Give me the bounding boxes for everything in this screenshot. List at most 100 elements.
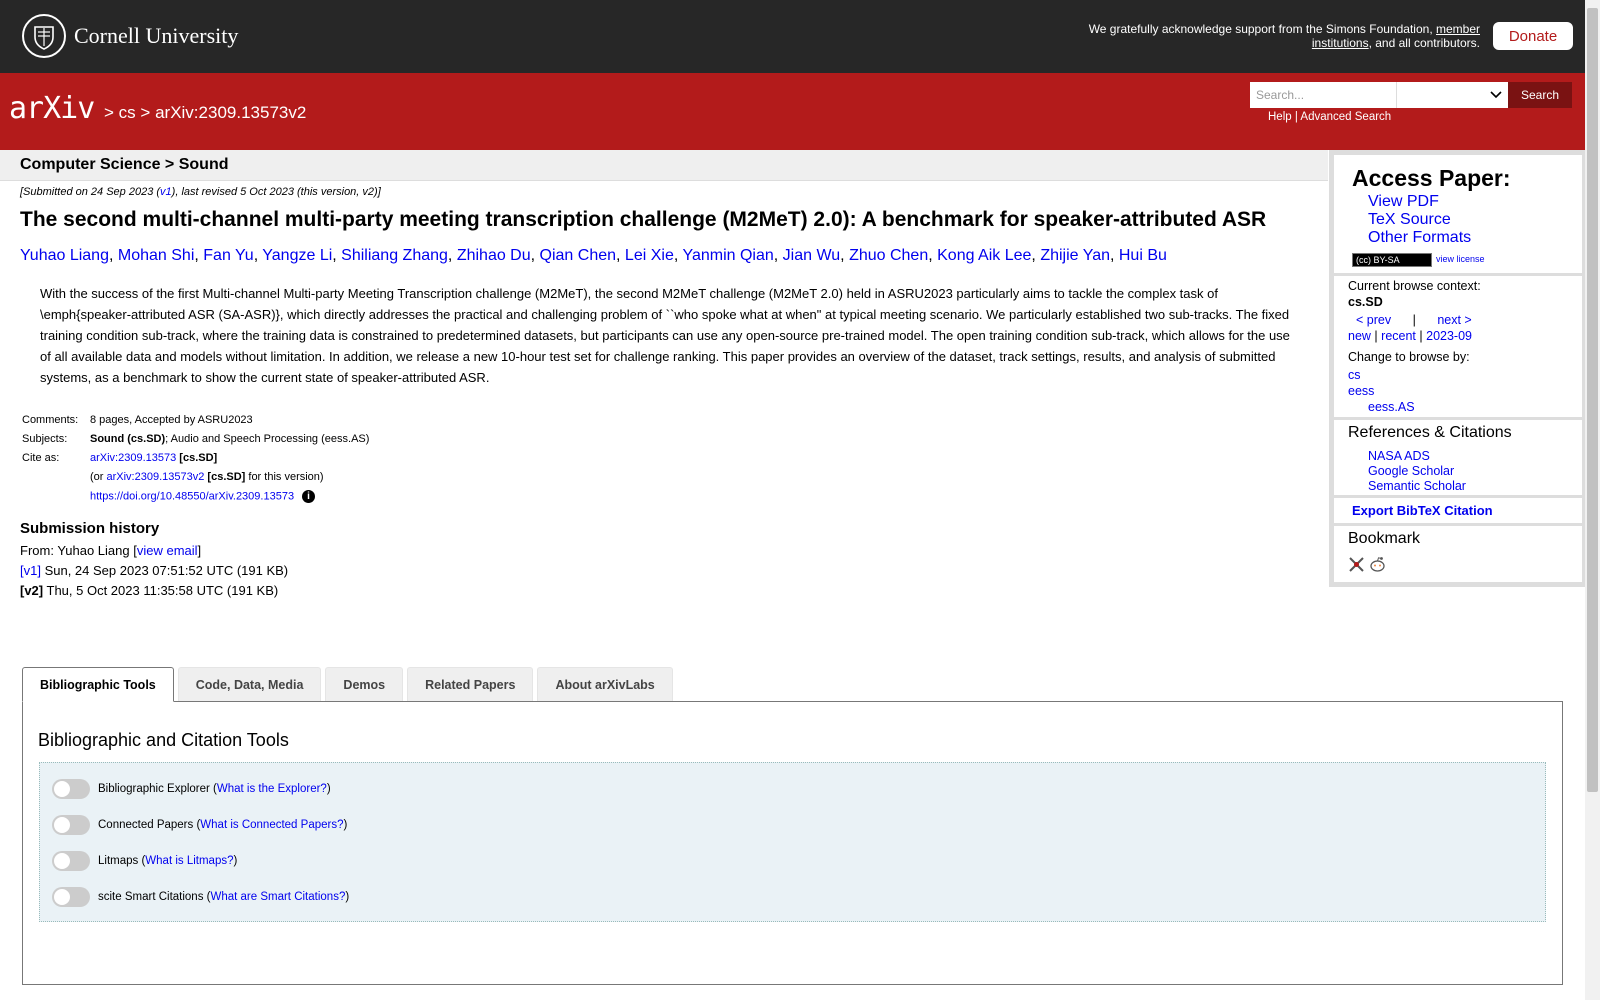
page-scrollbar[interactable] — [1585, 0, 1600, 1000]
prev-next: < prev | next > — [1348, 312, 1481, 328]
crumb-cs[interactable]: cs — [119, 103, 136, 122]
tool-label: Bibliographic Explorer ( — [98, 783, 217, 795]
semantic-scholar-link[interactable]: Semantic Scholar — [1368, 479, 1466, 494]
author-separator: , — [447, 247, 457, 264]
ack-prefix: We gratefully acknowledge support from t… — [1088, 22, 1436, 36]
litmaps-toggle[interactable] — [52, 851, 90, 871]
context-label: Current browse context: — [1348, 279, 1481, 293]
browse-cs-link[interactable]: cs — [1348, 367, 1481, 383]
context-value: cs.SD — [1348, 295, 1383, 309]
author-link[interactable]: Shiliang Zhang — [341, 247, 448, 264]
cornell-logo[interactable]: Cornell University — [22, 14, 238, 58]
search-input[interactable]: Search... — [1250, 82, 1396, 108]
author-link[interactable]: Yanmin Qian — [682, 247, 773, 264]
author-link[interactable]: Mohan Shi — [118, 247, 195, 264]
v1-link[interactable]: v1 — [160, 186, 172, 198]
author-link[interactable]: Lei Xie — [625, 247, 674, 264]
tex-source-link[interactable]: TeX Source — [1368, 211, 1471, 229]
cite-version-suffix: for this version) — [245, 471, 324, 483]
author-link[interactable]: Qian Chen — [540, 247, 617, 264]
author-link[interactable]: Zhijie Yan — [1040, 247, 1110, 264]
crumb-separator: > — [104, 103, 114, 122]
bibsonomy-icon[interactable] — [1348, 556, 1365, 573]
tool-info-link[interactable]: What is the Explorer? — [217, 783, 327, 795]
cc-license-badge[interactable]: (cc) BY-SA — [1352, 253, 1432, 267]
tab-about-arxivlabs[interactable]: About arXivLabs — [537, 667, 673, 701]
browse-context-box: Current browse context: cs.SD < prev | n… — [1334, 276, 1582, 417]
tab-bibliographic-tools[interactable]: Bibliographic Tools — [22, 667, 174, 702]
author-link[interactable]: Zhihao Du — [457, 247, 531, 264]
author-link[interactable]: Yuhao Liang — [20, 247, 109, 264]
tool-info-link[interactable]: What is Connected Papers? — [200, 819, 343, 831]
tab-demos[interactable]: Demos — [325, 667, 404, 701]
author-separator: , — [773, 247, 783, 264]
cite-or: (or — [90, 471, 107, 483]
access-paper-box: Access Paper: View PDF TeX Source Other … — [1334, 155, 1582, 273]
recent-link[interactable]: recent — [1381, 329, 1416, 343]
connected-papers-toggle[interactable] — [52, 815, 90, 835]
cite-version-link[interactable]: arXiv:2309.13573v2 — [107, 471, 205, 483]
scite-toggle[interactable] — [52, 887, 90, 907]
link-separator: | — [1374, 329, 1378, 343]
metadata-table: Comments: 8 pages, Accepted by ASRU2023 … — [20, 411, 371, 506]
cornell-bar: Cornell University We gratefully acknowl… — [0, 0, 1585, 73]
author-link[interactable]: Yangze Li — [262, 247, 332, 264]
author-link[interactable]: Hui Bu — [1119, 247, 1167, 264]
search-field-select[interactable]: All fields — [1396, 82, 1508, 108]
explorer-toggle[interactable] — [52, 779, 90, 799]
submitted-prefix: [Submitted on 24 Sep 2023 ( — [20, 186, 161, 198]
from-line: From: Yuhao Liang [view email] — [20, 541, 1310, 561]
reddit-icon[interactable] — [1369, 556, 1386, 573]
info-icon[interactable]: i — [302, 490, 316, 503]
google-scholar-link[interactable]: Google Scholar — [1368, 464, 1466, 479]
crumb-paper-id[interactable]: arXiv:2309.13573v2 — [155, 103, 306, 122]
doi-link[interactable]: https://doi.org/10.48550/arXiv.2309.1357… — [90, 490, 294, 502]
help-link[interactable]: Help — [1268, 111, 1292, 123]
nasa-ads-link[interactable]: NASA ADS — [1368, 449, 1466, 464]
ack-suffix: , and all contributors. — [1368, 36, 1480, 50]
export-bibtex-link[interactable]: Export BibTeX Citation — [1352, 503, 1493, 518]
advanced-search-link[interactable]: Advanced Search — [1300, 111, 1391, 123]
prev-link[interactable]: < prev — [1356, 313, 1391, 327]
month-link[interactable]: 2023-09 — [1426, 329, 1472, 343]
tab-related-papers[interactable]: Related Papers — [407, 667, 534, 701]
cite-row: Cite as: arXiv:2309.13573 [cs.SD] (or ar… — [20, 449, 371, 506]
tool-info-link[interactable]: What are Smart Citations? — [210, 891, 345, 903]
author-separator: , — [332, 247, 342, 264]
author-link[interactable]: Jian Wu — [783, 247, 841, 264]
cite-id-link[interactable]: arXiv:2309.13573 — [90, 452, 176, 464]
next-link[interactable]: next > — [1437, 313, 1471, 327]
scrollbar-thumb[interactable] — [1587, 8, 1598, 792]
author-separator: , — [840, 247, 850, 264]
tab-code-data-media[interactable]: Code, Data, Media — [177, 667, 322, 701]
access-paper-title: Access Paper: — [1352, 165, 1511, 191]
author-separator: , — [194, 247, 204, 264]
new-link[interactable]: new — [1348, 329, 1371, 343]
author-link[interactable]: Fan Yu — [203, 247, 253, 264]
subjects-value: Sound (cs.SD); Audio and Speech Processi… — [88, 430, 371, 449]
v2-date: Thu, 5 Oct 2023 11:35:58 UTC (191 KB) — [43, 583, 279, 599]
author-separator: , — [1031, 247, 1041, 264]
chevron-down-icon — [1490, 88, 1502, 102]
tool-suffix: ) — [326, 783, 331, 795]
donate-button[interactable]: Donate — [1493, 22, 1573, 50]
browse-eess-as-link[interactable]: eess.AS — [1368, 399, 1481, 415]
v1-version-link[interactable]: [v1] — [20, 563, 41, 578]
search-button[interactable]: Search — [1508, 82, 1572, 108]
abstract: With the success of the first Multi-chan… — [40, 286, 1290, 385]
cite-version-tag: [cs.SD] — [207, 471, 246, 483]
view-pdf-link[interactable]: View PDF — [1368, 193, 1471, 211]
arxiv-logo[interactable]: arXiv — [9, 91, 95, 126]
from-prefix: From: Yuhao Liang [ — [20, 543, 137, 559]
author-link[interactable]: Zhuo Chen — [849, 247, 928, 264]
change-browse-label: Change to browse by: — [1348, 350, 1470, 364]
author-link[interactable]: Kong Aik Lee — [937, 247, 1031, 264]
view-license-link[interactable]: view license — [1436, 254, 1485, 264]
tool-info-link[interactable]: What is Litmaps? — [145, 855, 233, 867]
browse-eess-link[interactable]: eess — [1348, 383, 1481, 399]
cornell-name: Cornell University — [74, 23, 239, 48]
other-formats-link[interactable]: Other Formats — [1368, 229, 1471, 247]
view-email-link[interactable]: view email — [137, 543, 198, 558]
cite-label: Cite as: — [22, 452, 60, 464]
submitted-suffix: ), last revised 5 Oct 2023 (this version… — [171, 186, 381, 198]
